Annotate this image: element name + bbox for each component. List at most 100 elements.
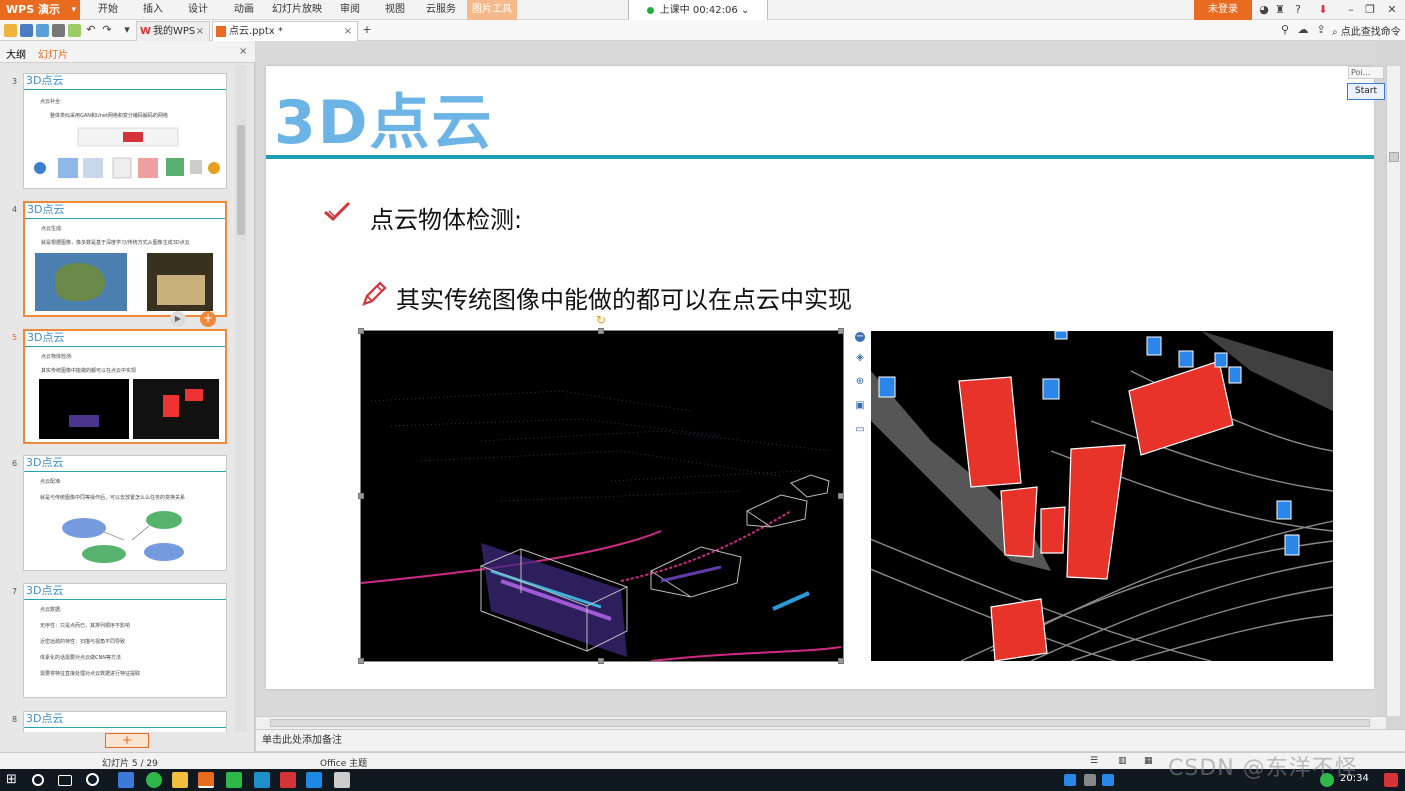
pointcloud-image-left[interactable] [360,330,844,662]
ribbon-tab-design[interactable]: 设计 [178,0,218,20]
slide-thumb-8[interactable]: 3D点云 [23,711,227,732]
clock-app-icon[interactable] [86,773,99,786]
doc-tab-mywps[interactable]: W 我的WPS × [136,21,210,41]
pointcloud-thumb-right [133,379,219,439]
app-menu-button[interactable]: WPS 演示 ▾ [0,0,80,20]
panel-scrollbar[interactable] [235,65,247,732]
ribbon-tab-home[interactable]: 开始 [88,0,128,20]
minus-icon[interactable]: − [855,332,865,342]
resize-handle[interactable] [358,328,364,334]
slide-thumb-7[interactable]: 3D点云 点云数据: 无序性：只是点而已，其排列顺序不影响 近密远疏的特性：扫描… [23,583,227,698]
resize-handle[interactable] [358,658,364,664]
restore-icon[interactable]: ❐ [1363,3,1377,17]
bullet-text[interactable]: 其实传统图像中能做的都可以在点云中实现 [396,280,852,315]
redo-icon[interactable]: ↷ [100,23,114,37]
slide-counter: 幻灯片 5 / 29 [102,759,158,769]
rotate-handle-icon[interactable]: ↻ [596,313,606,327]
cloud-icon[interactable]: ☁ [1296,23,1310,37]
play-icon[interactable]: ▶ [170,311,186,327]
slide-thumb-3[interactable]: 3D点云 点云补全: 整体类似采用GAN和Unet网络和变分编码解码的网络 [23,73,227,189]
minimize-icon[interactable]: – [1344,3,1358,17]
find-command-search[interactable]: ⌕ 点此查找命令 [1332,23,1401,38]
help-icon[interactable]: ? [1291,3,1305,17]
resize-handle[interactable] [838,658,844,664]
close-icon[interactable]: × [239,46,247,57]
undo-icon[interactable]: ↶ [84,23,98,37]
export-icon[interactable] [36,24,49,37]
scroll-thumb[interactable] [270,719,1370,727]
app-icon[interactable] [306,772,322,788]
normal-view-icon[interactable]: ▥ [1118,756,1127,766]
notes-toggle-icon[interactable]: ☰ [1090,756,1098,766]
close-window-icon[interactable]: ✕ [1385,3,1399,17]
tab-slides[interactable]: 幻灯片 [38,46,68,61]
tray-icon[interactable] [1084,774,1096,786]
share-icon[interactable]: ⇪ [1314,23,1328,37]
brush-icon[interactable]: ⚲ [1278,23,1292,37]
resize-handle[interactable] [358,493,364,499]
tray-icon[interactable] [1064,774,1076,786]
search-icon[interactable] [32,774,44,786]
slide-5[interactable]: 3D点云 点云物体检测: 其实传统图像中能做的都可以在点云中实现 ↻ − ◈ ⊕… [266,66,1374,689]
resize-handle[interactable] [838,493,844,499]
open-icon[interactable] [4,24,17,37]
save-icon[interactable] [20,24,33,37]
new-tab-icon[interactable]: + [360,23,374,37]
notification-icon[interactable] [1384,773,1398,787]
slide-thumb-5[interactable]: 3D点云 点云物体检测: 其实传统图像中能做的都可以在点云中实现 [23,329,227,444]
ribbon-tab-review[interactable]: 审阅 [331,0,369,20]
crop-icon[interactable]: ▣ [852,398,868,414]
app-icon[interactable] [118,772,134,788]
ribbon-tab-animation[interactable]: 动画 [223,0,265,20]
doc-tab-pointcloud[interactable]: 点云.pptx * × [212,21,358,41]
shirt-icon[interactable]: ♜ [1273,3,1287,17]
preview-icon[interactable] [68,24,81,37]
close-icon[interactable]: × [196,22,204,41]
app-icon[interactable] [254,772,270,788]
download-icon[interactable]: ⬇ [1316,3,1330,17]
login-button[interactable]: 未登录 [1194,0,1252,20]
skin-icon[interactable]: ◕ [1257,3,1271,17]
print-icon[interactable] [52,24,65,37]
add-icon[interactable]: + [200,311,216,327]
close-icon[interactable]: × [344,22,352,41]
slide-title[interactable]: 3D点云 [274,74,494,161]
class-timer[interactable]: 上课中 00:42:06 ⌄ [628,0,768,22]
zoom-icon[interactable]: ⊕ [852,374,868,390]
ribbon-tab-cloud[interactable]: 云服务 [419,0,463,20]
slide-thumb-6[interactable]: 3D点云 点云配准: 就是与传统图像中同等操作后，可以去放置怎么么任务的变换关系 [23,455,227,571]
start-button[interactable]: Start [1347,83,1385,100]
task-view-icon[interactable] [58,775,72,786]
wechat-icon[interactable] [146,772,162,788]
bullet-heading[interactable]: 点云物体检测: [370,200,522,235]
notes-area[interactable]: 单击此处添加备注 [256,729,1405,751]
frame-icon[interactable]: ▭ [852,422,868,438]
chevron-down-icon[interactable]: ▾ [120,23,134,37]
thumb-text: 整体类似采用GAN和Unet网络和变分编码解码的网络 [50,113,168,119]
windows-start-icon[interactable]: ⊞ [6,772,22,788]
tray-icon[interactable] [1102,774,1114,786]
app-icon[interactable] [226,772,242,788]
resize-handle[interactable] [598,658,604,664]
ribbon-tab-slideshow[interactable]: 幻灯片放映 [268,0,326,20]
wps-presentation-icon[interactable] [198,772,214,788]
layers-icon[interactable]: ◈ [852,350,868,366]
horizontal-scrollbar[interactable] [256,716,1386,729]
resize-handle[interactable] [838,328,844,334]
ribbon-tab-view[interactable]: 视图 [375,0,415,20]
slide-thumb-4[interactable]: 3D点云 点云生成: 就是根据图像，像多数是基于深度学习/传统方式从图像生成3D… [23,201,227,317]
resize-handle[interactable] [598,328,604,334]
pointcloud-image-right[interactable] [871,331,1333,661]
ribbon-tab-picture-tools[interactable]: 图片工具 [467,0,517,20]
app-icon[interactable] [280,772,296,788]
scroll-thumb[interactable] [1389,152,1399,162]
tab-outline[interactable]: 大纲 [6,46,26,61]
vertical-scrollbar[interactable] [1386,66,1400,716]
sorter-view-icon[interactable]: ▦ [1144,756,1153,766]
app-icon[interactable] [334,772,350,788]
slides-panel: 大纲 幻灯片 × 3 3D点云 点云补全: 整体类似采用GAN和Unet网络和变… [0,41,255,752]
ribbon-tab-insert[interactable]: 插入 [133,0,173,20]
folder-icon[interactable] [172,772,188,788]
scroll-thumb[interactable] [237,125,245,235]
add-slide-button[interactable]: + [105,733,149,748]
